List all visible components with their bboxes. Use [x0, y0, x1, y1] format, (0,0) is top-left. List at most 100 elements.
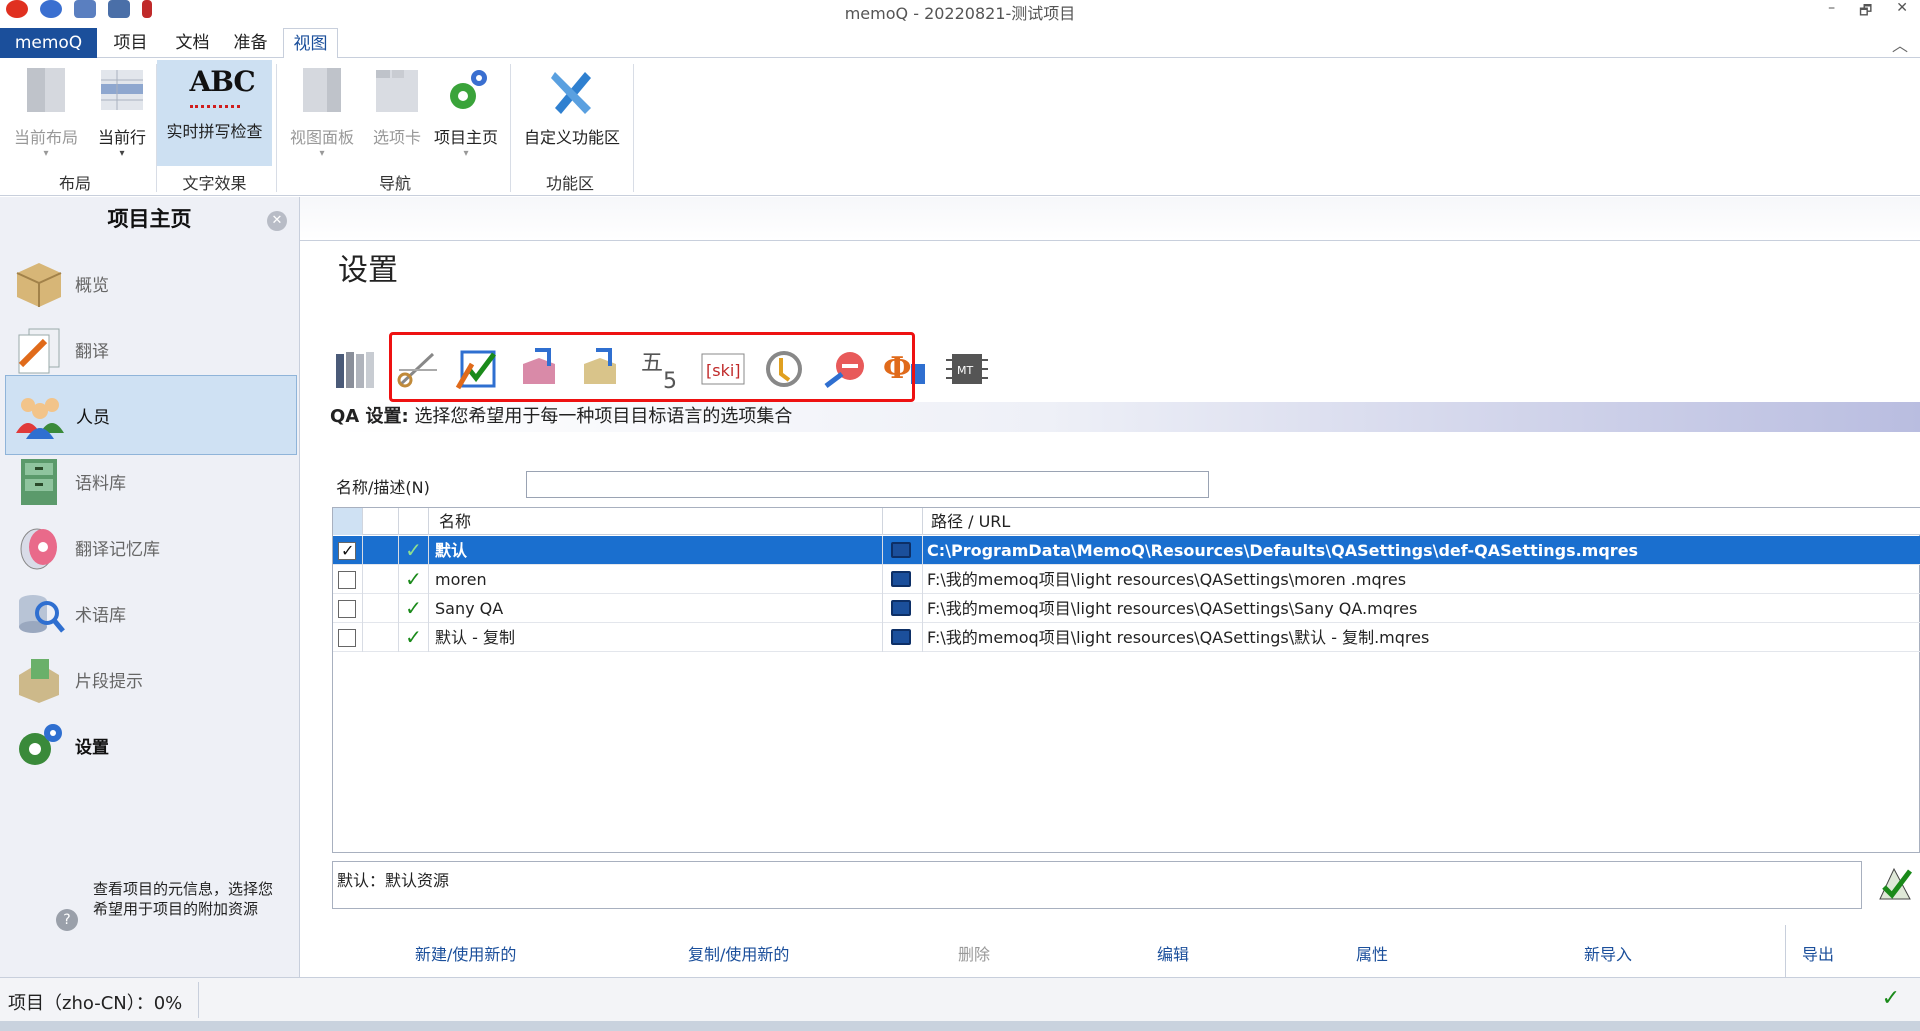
status-header [363, 508, 399, 535]
tab-view[interactable]: 视图 [283, 28, 338, 59]
row-checkbox[interactable] [338, 536, 356, 565]
sidebar-item-label: 设置 [75, 737, 109, 758]
live-spell-check-button[interactable]: ABC 实时拼写检查 [157, 60, 272, 166]
delete-button[interactable]: 删除 [958, 941, 990, 965]
pane-header [300, 197, 1920, 241]
path-column-header[interactable]: 路径 / URL [923, 508, 1920, 535]
ribbon-collapse-icon[interactable]: ︿ [1892, 32, 1908, 56]
row-name: 默认 - 复制 [429, 623, 883, 652]
edit-button[interactable]: 编辑 [1157, 941, 1189, 965]
import-new-button[interactable]: 新导入 [1584, 941, 1632, 965]
termbase-icon [19, 595, 65, 633]
row-path: F:\我的memoq项目\light resources\QASettings\… [927, 570, 1407, 589]
row-checkbox[interactable] [338, 629, 356, 647]
window-title: memoQ - 20220821-测试项目 [844, 4, 1076, 23]
project-home-button[interactable]: 项目主页 ▾ [430, 62, 502, 166]
row-name: 默认 [429, 536, 883, 565]
current-row-label: 当前行 [97, 128, 146, 147]
confirm-check-icon[interactable] [1876, 863, 1914, 903]
highlight-annotation-box [389, 332, 915, 402]
tab-memoq[interactable]: memoQ [0, 28, 97, 58]
sidebar-item-label: 概览 [75, 275, 109, 296]
tab-project[interactable]: 项目 [108, 28, 153, 58]
machine-translation-icon[interactable]: MT [942, 344, 992, 394]
page-title: 设置 [338, 253, 398, 288]
project-home-label: 项目主页 [433, 128, 498, 147]
sidebar-header: 项目主页 ✕ [0, 197, 299, 241]
sidebar-item-settings[interactable]: 设置 [5, 705, 297, 785]
settings-pane: 设置 五5 [ski] Ф MT QA 设置: 选择您希望用于每一种项目目标语言… [300, 197, 1920, 995]
action-bar: 新建/使用新的 复制/使用新的 删除 编辑 属性 新导入 导出 [332, 917, 1920, 995]
sidebar-item-label: 翻译 [75, 341, 109, 362]
customize-label: 自定义功能区 [523, 128, 620, 147]
row-path: F:\我的memoq项目\light resources\QASettings\… [927, 628, 1430, 647]
tab-card-button[interactable]: 选项卡 [364, 62, 430, 166]
tab-card-icon [376, 70, 418, 112]
taskbar-strip [0, 1021, 1920, 1031]
cabinet-icon [21, 459, 57, 505]
dropdown-arrow-icon: ▾ [463, 148, 469, 159]
sidebar-title: 项目主页 [107, 207, 192, 231]
row-path: C:\ProgramData\MemoQ\Resources\Defaults\… [927, 541, 1639, 560]
view-panel-label: 视图面板 [289, 128, 354, 147]
view-panel-icon [303, 68, 341, 112]
properties-button[interactable]: 属性 [1356, 941, 1388, 965]
local-computer-icon [891, 629, 911, 645]
sidebar-item-label: 语料库 [75, 473, 126, 494]
local-computer-icon [891, 571, 911, 587]
table-header: 名称 路径 / URL [333, 508, 1920, 535]
check-icon: ✓ [405, 567, 422, 591]
new-use-button[interactable]: 新建/使用新的 [415, 941, 516, 965]
box-icon [16, 263, 62, 307]
title-bar: memoQ - 20220821-测试项目 – 🗗 ✕ [0, 0, 1920, 26]
project-progress-status: 项目（zho-CN）：0% [8, 993, 183, 1014]
ribbon-tabs: memoQ 项目 文档 准备 视图 ︿ [0, 28, 1920, 59]
table-row[interactable]: ✓ 默认 - 复制 F:\我的memoq项目\light resources\Q… [333, 623, 1920, 652]
wrench-pencil-icon [551, 72, 591, 114]
close-button[interactable]: ✕ [1896, 0, 1908, 24]
export-button[interactable]: 导出 [1802, 941, 1834, 965]
group-label-text-effects: 文字效果 [182, 174, 247, 193]
name-filter-label: 名称/描述(N) [336, 478, 430, 497]
books-icon[interactable] [332, 344, 382, 394]
close-icon[interactable]: ✕ [267, 211, 287, 231]
tab-card-label: 选项卡 [372, 128, 421, 147]
project-home-sidebar: 项目主页 ✕ 概览 翻译 人员 语料库 翻译记忆库 术语库 片段提示 设置 查看… [0, 197, 300, 977]
tab-document[interactable]: 文档 [170, 28, 215, 58]
current-layout-button[interactable]: 当前布局 ▾ [6, 62, 86, 166]
table-row[interactable]: ✓ Sany QA F:\我的memoq项目\light resources\Q… [333, 594, 1920, 623]
sidebar-item-label: 人员 [76, 407, 110, 428]
qa-settings-table: 名称 路径 / URL ✓ 默认 C:\ProgramData\MemoQ\Re… [332, 507, 1920, 853]
customize-ribbon-button[interactable]: 自定义功能区 [520, 62, 624, 166]
name-filter-input[interactable] [526, 471, 1209, 498]
group-divider [276, 64, 277, 192]
spell-check-label: 实时拼写检查 [166, 122, 263, 141]
row-path: F:\我的memoq项目\light resources\QASettings\… [927, 599, 1418, 618]
restore-button[interactable]: 🗗 [1859, 0, 1872, 24]
help-icon[interactable]: ? [56, 909, 78, 931]
settings-description: 查看项目的元信息，选择您希望用于项目的附加资源 [93, 880, 274, 918]
group-divider [633, 64, 634, 192]
table-row[interactable]: ✓ moren F:\我的memoq项目\light resources\QAS… [333, 565, 1920, 594]
sidebar-item-label: 术语库 [75, 605, 126, 626]
group-divider [510, 64, 511, 192]
row-checkbox[interactable] [338, 600, 356, 618]
spell-icon-text: ABC [189, 65, 256, 98]
dropdown-arrow-icon: ▾ [43, 148, 49, 159]
name-column-header[interactable]: 名称 [429, 508, 883, 535]
minimize-button[interactable]: – [1828, 0, 1835, 24]
row-name: Sany QA [429, 594, 883, 623]
qa-heading: QA 设置: [330, 406, 409, 427]
memory-disc-icon [20, 528, 57, 570]
status-ok-icon: ✓ [1881, 986, 1900, 1011]
ribbon: 当前布局 ▾ 当前行 ▾ ABC 实时拼写检查 视图面板 ▾ 选项卡 项目主页 … [0, 58, 1920, 196]
table-row[interactable]: ✓ 默认 C:\ProgramData\MemoQ\Resources\Defa… [333, 536, 1920, 565]
dropdown-arrow-icon: ▾ [119, 148, 125, 159]
current-row-button[interactable]: 当前行 ▾ [88, 62, 156, 166]
select-all-header[interactable] [333, 508, 363, 535]
row-checkbox[interactable] [338, 571, 356, 589]
tab-prepare[interactable]: 准备 [228, 28, 273, 58]
clone-use-button[interactable]: 复制/使用新的 [688, 941, 789, 965]
view-panel-button[interactable]: 视图面板 ▾ [282, 62, 362, 166]
sidebar-item-label: 翻译记忆库 [75, 539, 160, 560]
